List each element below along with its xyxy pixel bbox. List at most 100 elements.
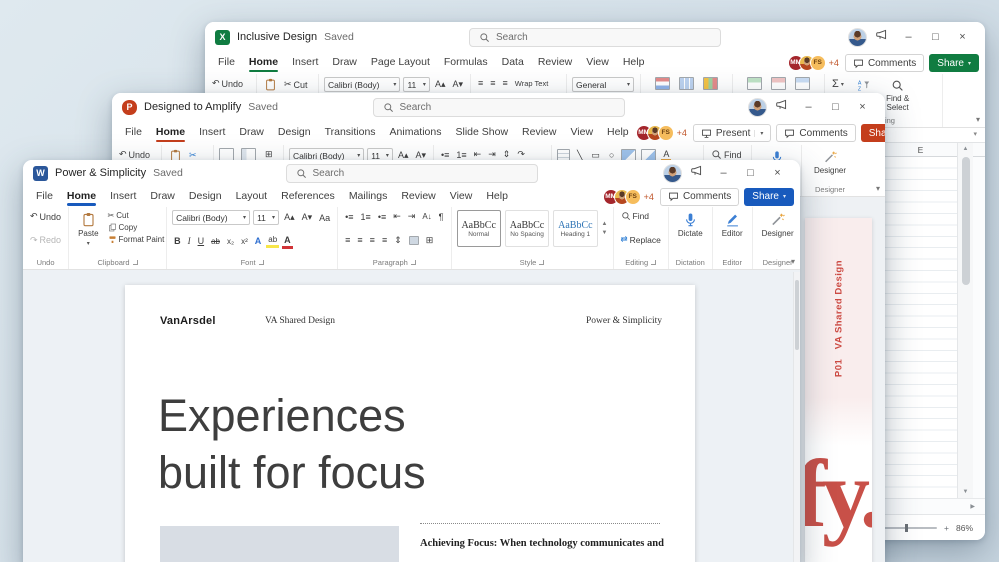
excel-undo-button[interactable]: ↶ Undo <box>210 77 251 90</box>
word-tab-home[interactable]: Home <box>60 187 103 207</box>
megaphone-icon[interactable] <box>869 28 894 47</box>
shrink-font-icon[interactable]: A▾ <box>300 211 315 224</box>
collapse-ribbon-icon[interactable]: ▾ <box>876 184 880 193</box>
font-color-icon[interactable]: A <box>282 234 293 249</box>
word-tab-help[interactable]: Help <box>479 187 515 207</box>
ppt-designer-button[interactable]: Designer <box>807 148 853 175</box>
excel-font-size-select[interactable]: 11 ▾ <box>403 77 430 92</box>
column-header-e[interactable]: E <box>873 143 968 157</box>
numbering-icon[interactable]: 1≡ <box>359 211 373 223</box>
bullets-icon[interactable]: •≡ <box>343 211 355 223</box>
excel-number-format-select[interactable]: General ▾ <box>572 77 634 92</box>
presence-avatar[interactable]: FS <box>624 188 641 205</box>
dialog-launcher-icon[interactable] <box>410 260 416 265</box>
collapse-ribbon-icon[interactable]: ▾ <box>791 257 795 266</box>
styles-scroll-up-icon[interactable]: ▲ <box>602 221 608 227</box>
word-vertical-scrollbar[interactable] <box>793 272 800 562</box>
ppt-tab-transitions[interactable]: Transitions <box>318 123 383 143</box>
ppt-maximize-button[interactable]: □ <box>823 98 848 116</box>
word-close-button[interactable]: × <box>765 164 790 182</box>
word-replace-button[interactable]: ⇄ Replace <box>619 233 663 246</box>
word-designer-button[interactable]: Designer <box>758 210 798 238</box>
zoom-in-icon[interactable]: + <box>944 523 949 533</box>
numbering-icon[interactable]: 1≡ <box>454 149 468 161</box>
ppt-account-avatar[interactable] <box>748 97 767 117</box>
grow-font-icon[interactable]: A▴ <box>282 211 297 224</box>
dialog-launcher-icon[interactable] <box>258 260 264 265</box>
word-account-avatar[interactable] <box>663 163 682 183</box>
excel-align-top-button[interactable]: ≡ <box>476 77 485 89</box>
excel-tab-view[interactable]: View <box>579 53 616 73</box>
excel-tab-data[interactable]: Data <box>495 53 531 73</box>
zoom-level[interactable]: 86% <box>956 523 973 533</box>
change-case-icon[interactable]: Aa <box>317 212 332 224</box>
zoom-slider[interactable] <box>879 524 938 532</box>
presence-overflow-count[interactable]: +4 <box>644 192 654 202</box>
ppt-slide[interactable]: P01 VA Shared Design fy. <box>805 218 872 562</box>
excel-align-middle-button[interactable]: ≡ <box>488 77 497 89</box>
word-comments-button[interactable]: Comments <box>659 187 740 206</box>
ppt-tab-view[interactable]: View <box>563 123 600 143</box>
word-copy-button[interactable]: Copy <box>106 222 167 233</box>
excel-tab-help[interactable]: Help <box>616 53 652 73</box>
word-minimize-button[interactable]: – <box>711 164 736 182</box>
indent-increase-icon[interactable]: ⇥ <box>406 210 418 223</box>
word-editor-button[interactable]: Editor <box>718 210 747 238</box>
ppt-search-box[interactable]: Search <box>372 97 625 117</box>
ppt-tab-review[interactable]: Review <box>515 123 563 143</box>
word-tab-draw[interactable]: Draw <box>143 187 182 207</box>
ppt-tab-animations[interactable]: Animations <box>383 123 449 143</box>
borders-icon[interactable]: ⊞ <box>424 234 436 247</box>
word-maximize-button[interactable]: □ <box>738 164 763 182</box>
excel-cut-button[interactable]: ✂ Cut <box>282 78 310 91</box>
sort-icon[interactable]: A↓ <box>420 211 433 222</box>
excel-tab-file[interactable]: File <box>211 53 242 73</box>
ppt-tab-file[interactable]: File <box>118 123 149 143</box>
word-format-painter-button[interactable]: Format Paint <box>106 234 167 245</box>
excel-font-name-select[interactable]: Calibri (Body) ▾ <box>324 77 401 92</box>
italic-icon[interactable]: I <box>186 235 193 247</box>
excel-tab-review[interactable]: Review <box>531 53 579 73</box>
presence-overflow-count[interactable]: +4 <box>677 128 687 138</box>
style-heading1[interactable]: AaBbCc Heading 1 <box>553 210 598 247</box>
ppt-present-button[interactable]: Present ▾ <box>692 124 772 142</box>
align-right-icon[interactable]: ≡ <box>368 234 377 246</box>
format-cells-icon[interactable] <box>795 77 810 90</box>
word-tab-mailings[interactable]: Mailings <box>342 187 395 207</box>
word-page[interactable]: VanArsdel VA Shared Design Power & Simpl… <box>125 285 695 562</box>
excel-vertical-scrollbar[interactable]: ▲ ▼ <box>957 143 973 498</box>
align-left-icon[interactable]: ≡ <box>343 234 352 246</box>
excel-paste-button[interactable] <box>262 77 279 92</box>
word-tab-references[interactable]: References <box>274 187 342 207</box>
excel-align-bottom-button[interactable]: ≡ <box>501 77 510 89</box>
scrollbar-thumb[interactable] <box>795 280 799 350</box>
dialog-launcher-icon[interactable] <box>132 260 138 265</box>
word-search-box[interactable]: Search <box>285 163 538 183</box>
subscript-icon[interactable]: x₂ <box>225 236 236 247</box>
scroll-right-icon[interactable]: ▶ <box>970 503 975 510</box>
bullets-icon[interactable]: •≡ <box>439 149 451 161</box>
scroll-down-icon[interactable]: ▼ <box>958 489 973 495</box>
word-tab-layout[interactable]: Layout <box>229 187 275 207</box>
ppt-comments-button[interactable]: Comments <box>776 124 856 142</box>
ppt-tab-slideshow[interactable]: Slide Show <box>449 123 516 143</box>
excel-minimize-button[interactable]: – <box>896 28 921 46</box>
scroll-up-icon[interactable]: ▲ <box>958 146 973 152</box>
word-tab-review[interactable]: Review <box>394 187 442 207</box>
excel-find-select-button[interactable]: Find & Select <box>882 77 913 112</box>
paragraph-marks-icon[interactable]: ¶ <box>437 211 446 223</box>
align-center-icon[interactable]: ≡ <box>355 234 364 246</box>
word-dictate-button[interactable]: Dictate <box>674 210 707 238</box>
ppt-share-button[interactable]: Share ▾ <box>860 124 885 142</box>
excel-grow-font-button[interactable]: A▴ <box>433 78 448 91</box>
text-effects-icon[interactable]: A <box>253 235 264 247</box>
style-normal[interactable]: AaBbCc Normal <box>456 210 501 247</box>
indent-decrease-icon[interactable]: ⇤ <box>391 210 403 223</box>
expand-formula-bar-icon[interactable]: ▾ <box>973 130 977 138</box>
zoom-slider-thumb[interactable] <box>905 524 909 532</box>
word-redo-button[interactable]: ↷ Redo <box>28 234 63 247</box>
format-as-table-icon[interactable] <box>679 77 694 90</box>
excel-account-avatar[interactable] <box>848 27 867 47</box>
word-tab-design[interactable]: Design <box>182 187 229 207</box>
excel-wrap-text-button[interactable]: Wrap Text <box>513 78 551 89</box>
